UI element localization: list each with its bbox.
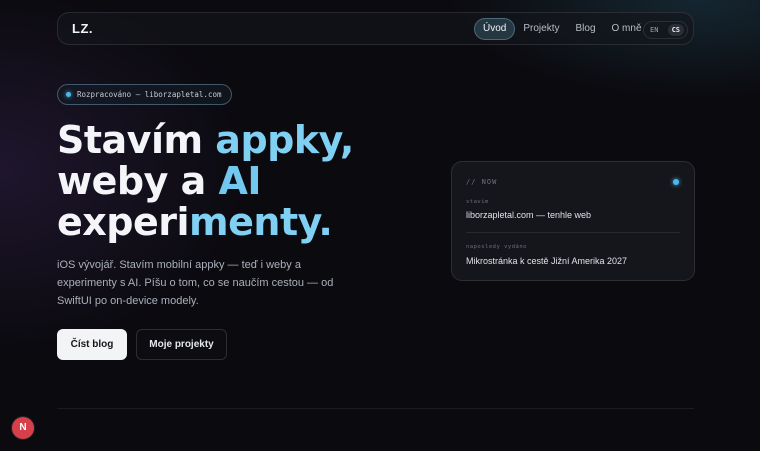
headline-text: weby a [57, 159, 219, 203]
card-divider [466, 232, 680, 233]
section-divider [57, 408, 694, 409]
headline-accent: AI [218, 159, 262, 203]
floating-badge-icon[interactable]: N [12, 417, 34, 439]
headline-text: Stavím [57, 118, 216, 162]
nav-item-uvod[interactable]: Úvod [474, 18, 516, 40]
site-logo[interactable]: LZ. [72, 21, 93, 36]
live-indicator-icon [673, 179, 679, 185]
my-projects-button[interactable]: Moje projekty [136, 329, 227, 360]
nav-item-blog[interactable]: Blog [567, 18, 603, 40]
hero-headline: Stavím appky, weby a AI experimenty. [57, 120, 377, 243]
headline-text: experi [57, 200, 190, 244]
now-row-label: naposledy vydáno [466, 244, 527, 250]
headline-accent: menty. [189, 200, 333, 244]
status-dot-icon [66, 92, 71, 97]
language-switcher: EN CS [643, 21, 688, 39]
lang-option-cs[interactable]: CS [667, 24, 684, 36]
now-row-label: stavím [466, 199, 489, 205]
now-row-value: liborzapletal.com — tenhle web [466, 210, 592, 220]
read-blog-button[interactable]: Číst blog [57, 329, 127, 360]
headline-accent: appky, [215, 118, 354, 162]
top-navigation-bar: LZ. Úvod Projekty Blog O mně EN CS [57, 12, 694, 45]
now-card: // NOW stavím liborzapletal.com — tenhle… [451, 161, 695, 281]
lang-option-en[interactable]: EN [650, 26, 658, 34]
now-row-value: Mikrostránka k cestě Jižní Amerika 2027 [466, 256, 628, 266]
hero-description: iOS vývojář. Stavím mobilní appky — teď … [57, 259, 334, 307]
nav-item-projekty[interactable]: Projekty [515, 18, 567, 40]
status-pill-text: Rozpracováno — liborzapletal.com [77, 90, 222, 99]
status-pill: Rozpracováno — liborzapletal.com [57, 84, 232, 105]
now-card-heading: // NOW [466, 178, 498, 186]
nav-links: Úvod Projekty Blog O mně [474, 18, 650, 40]
